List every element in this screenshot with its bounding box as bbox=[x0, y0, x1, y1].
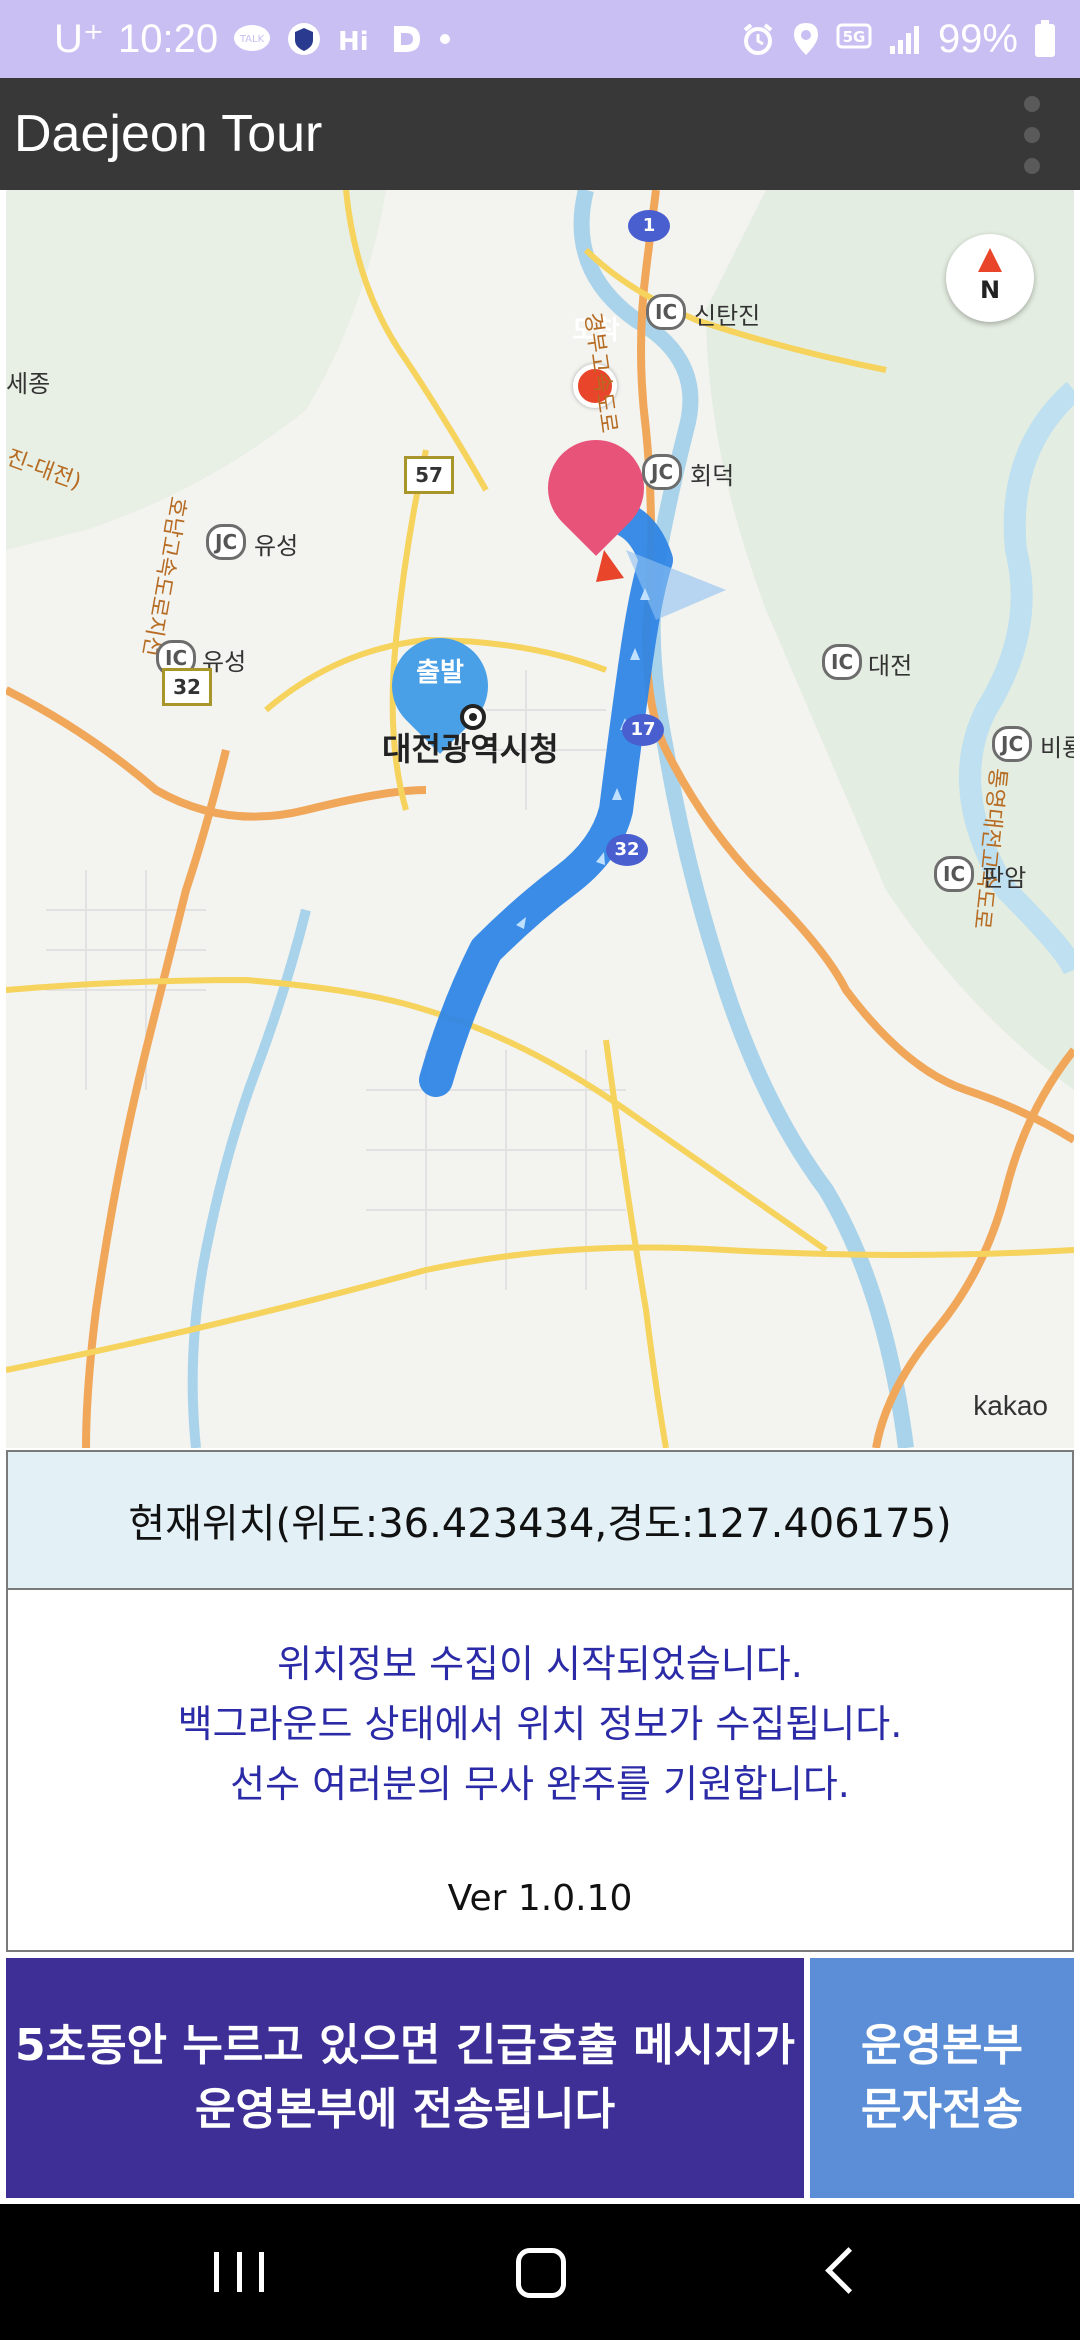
map-attribution: kakao bbox=[973, 1390, 1048, 1421]
compass-button[interactable]: N bbox=[946, 234, 1034, 322]
signal-strength-icon bbox=[888, 22, 922, 56]
current-location-coordinates: 현재위치(위도:36.423434,경도:127.406175) bbox=[6, 1450, 1074, 1590]
hoedeok-label: 회덕 bbox=[690, 462, 735, 490]
network-5g-icon: 5G bbox=[836, 21, 872, 57]
overflow-menu-button[interactable] bbox=[1008, 96, 1056, 174]
route-57-shield: 57 bbox=[404, 456, 454, 494]
north-arrow-icon bbox=[978, 248, 1002, 272]
home-icon[interactable] bbox=[516, 2248, 566, 2298]
shield-app-icon bbox=[286, 21, 322, 57]
menu-dot-icon bbox=[1024, 158, 1040, 174]
svg-text:Hi: Hi bbox=[338, 27, 369, 56]
city-hall-label: 대전광역시청 bbox=[382, 730, 559, 768]
sintanjin-label: 신탄진 bbox=[694, 302, 761, 330]
system-navigation-bar bbox=[0, 2204, 1080, 2340]
emergency-call-line: 5초동안 누르고 있으면 긴급호출 메시지가 bbox=[14, 2020, 796, 2071]
hoedeok-jc-badge: JC bbox=[642, 454, 683, 490]
route-32-badge: 32 bbox=[606, 834, 648, 866]
status-right: 5G 99% bbox=[740, 14, 1056, 64]
yuseong-jc-label: 유성 bbox=[254, 532, 299, 560]
hi-app-icon: Hi bbox=[336, 22, 376, 56]
yuseong-jc-badge: JC bbox=[206, 524, 247, 560]
status-bar: U⁺ 10:20 TALK Hi 5G 99% bbox=[0, 0, 1080, 78]
start-pin-label: 출발 bbox=[416, 658, 464, 688]
battery-icon bbox=[1034, 20, 1056, 58]
emergency-call-line: 운영본부에 전송됩니다 bbox=[194, 2084, 616, 2135]
route-1-badge: 1 bbox=[628, 210, 670, 242]
biryong-jc-badge: JC bbox=[992, 726, 1033, 762]
coordinates-text: 현재위치(위도:36.423434,경도:127.406175) bbox=[128, 1501, 952, 1547]
menu-dot-icon bbox=[1024, 96, 1040, 112]
route-map[interactable]: N 도착 출발 대전광역시청 세종 진-대전) 경부고속도로 호남고속도로지선 … bbox=[6, 190, 1074, 1448]
map-canvas bbox=[6, 190, 1074, 1448]
biryong-label: 비룡 bbox=[1040, 734, 1074, 762]
app-bar: Daejeon Tour bbox=[0, 78, 1080, 190]
status-message-line: 선수 여러분의 무사 완주를 기원합니다. bbox=[230, 1762, 850, 1806]
daejeon-ic-label: 대전 bbox=[868, 652, 913, 680]
sintanjin-ic-badge: IC bbox=[646, 294, 687, 330]
svg-text:TALK: TALK bbox=[239, 34, 265, 45]
menu-dot-icon bbox=[1024, 127, 1040, 143]
back-icon[interactable] bbox=[825, 2247, 872, 2294]
app-title: Daejeon Tour bbox=[14, 105, 323, 163]
compass-letter: N bbox=[979, 276, 1001, 304]
sms-headquarters-line: 문자전송 bbox=[861, 2084, 1023, 2135]
status-message-line: 위치정보 수집이 시작되었습니다. bbox=[277, 1642, 803, 1686]
route-17-badge: 17 bbox=[622, 714, 664, 746]
status-message-panel: 위치정보 수집이 시작되었습니다. 백그라운드 상태에서 위치 정보가 수집됩니… bbox=[6, 1588, 1074, 1952]
route-32-shield: 32 bbox=[162, 668, 212, 706]
sejong-label: 세종 bbox=[6, 370, 51, 398]
status-message-line: 백그라운드 상태에서 위치 정보가 수집됩니다. bbox=[177, 1702, 903, 1746]
d-app-icon bbox=[390, 22, 424, 56]
app-version: Ver 1.0.10 bbox=[447, 1878, 633, 1919]
battery-percent: 99% bbox=[937, 16, 1018, 61]
panam-label: 판암 bbox=[982, 864, 1027, 892]
emergency-call-button[interactable]: 5초동안 누르고 있으면 긴급호출 메시지가 운영본부에 전송됩니다 bbox=[6, 1958, 804, 2198]
sms-headquarters-text: 운영본부 문자전송 bbox=[861, 2014, 1023, 2142]
network-type-label: 5G bbox=[843, 28, 866, 46]
status-left: U⁺ 10:20 TALK Hi bbox=[54, 14, 452, 64]
daejeon-ic-badge: IC bbox=[822, 644, 863, 680]
emergency-call-text: 5초동안 누르고 있으면 긴급호출 메시지가 운영본부에 전송됩니다 bbox=[15, 2014, 795, 2142]
sms-headquarters-line: 운영본부 bbox=[861, 2020, 1023, 2071]
clock: 10:20 bbox=[118, 16, 219, 61]
status-message-lines: 위치정보 수집이 시작되었습니다. 백그라운드 상태에서 위치 정보가 수집됩니… bbox=[8, 1634, 1072, 1814]
carrier-label: U⁺ bbox=[54, 17, 104, 61]
more-notifications-dot-icon bbox=[438, 32, 452, 46]
location-icon bbox=[792, 21, 820, 57]
alarm-icon bbox=[740, 21, 776, 57]
talk-notification-icon: TALK bbox=[232, 23, 272, 55]
panam-ic-badge: IC bbox=[934, 856, 975, 892]
sms-headquarters-button[interactable]: 운영본부 문자전송 bbox=[810, 1958, 1074, 2198]
recent-apps-icon[interactable] bbox=[214, 2252, 264, 2292]
